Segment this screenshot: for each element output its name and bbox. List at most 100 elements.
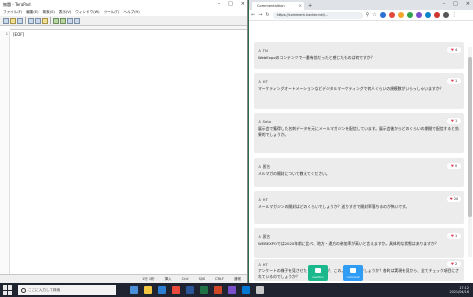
menu-file[interactable]: ファイル(F) (3, 9, 22, 16)
profile-avatar[interactable] (442, 12, 449, 18)
comment-text: WEBEXPOでは2020年前に比べ、地方・遠方の参加率が高いと言えますか。具体… (258, 241, 439, 246)
comment-button[interactable]: comment (343, 265, 363, 281)
toolbar-divider (25, 17, 26, 24)
address-bar[interactable]: https://comment-hacker.net/... (272, 11, 363, 19)
notepad-icon[interactable] (256, 286, 264, 294)
zoom-icon[interactable]: ⚲ (366, 12, 370, 18)
new-file-icon[interactable] (3, 17, 9, 24)
start-button[interactable] (3, 285, 13, 295)
teams-icon[interactable] (228, 286, 236, 294)
toolbar-divider (50, 17, 51, 24)
extension-icon[interactable] (406, 12, 413, 18)
comment-text: メルマガの開封について教えてください。 (258, 171, 330, 176)
browser-tab-bar: Commentaition × + – □ × (249, 0, 473, 10)
editor-text-area[interactable]: 1 [EOF] (0, 31, 247, 274)
minimize-icon[interactable]: – (218, 0, 221, 9)
status-state: 通常 (234, 277, 241, 281)
edge-icon[interactable] (158, 286, 166, 294)
comment-card: ♙ 匿名 ♥ 0 メルマガの開封について教えてください。 (254, 158, 464, 187)
reload-icon[interactable]: ↻ (265, 12, 269, 18)
editor-status-bar: 1行 1桁 挿入 CrLf SJIS CRLF 通常 (0, 274, 247, 283)
extension-icon[interactable] (415, 12, 422, 18)
undo-icon[interactable] (53, 17, 59, 24)
menu-tools[interactable]: ツール(T) (104, 9, 120, 16)
comment-card: ♙ TN ♥ 4 WebExpoのコンテンツで一番有効だったと感じたものは何です… (254, 42, 464, 69)
extension-icon[interactable] (424, 12, 431, 18)
comment-text: WebExpoのコンテンツで一番有効だったと感じたものは何ですか？ (258, 55, 375, 60)
heart-icon: ♥ (449, 197, 453, 201)
excel-icon[interactable] (200, 286, 208, 294)
extension-icon[interactable] (388, 12, 395, 18)
browser-nav-bar: ← → ↻ https://comment-hacker.net/... ⚲ ☆… (249, 10, 473, 21)
cut-icon[interactable] (28, 17, 34, 24)
like-button[interactable]: ♥ 1 (447, 118, 461, 124)
forward-icon[interactable]: → (258, 12, 262, 18)
system-clock[interactable]: 17:12 2021/04/16 (449, 286, 469, 295)
menu-search[interactable]: 検索(S) (43, 9, 55, 16)
explorer-icon[interactable] (144, 286, 152, 294)
editor-toolbar (0, 16, 247, 26)
menu-window[interactable]: ウィンドウ(W) (75, 9, 99, 16)
menu-help[interactable]: ヘルプ(H) (123, 9, 139, 16)
find-icon[interactable] (67, 17, 73, 24)
outlook-icon[interactable] (242, 286, 250, 294)
like-button[interactable]: ♥ 1 (447, 78, 461, 84)
menu-view[interactable]: 表示(V) (59, 9, 71, 16)
star-icon[interactable]: ☆ (372, 12, 376, 18)
status-mode: 挿入 (164, 277, 172, 281)
taskbar-search[interactable]: ここに入力して検索 (18, 285, 116, 295)
comment-author: ♙ HT (258, 79, 268, 84)
close-icon[interactable]: × (466, 1, 470, 7)
back-icon[interactable]: ← (251, 12, 255, 18)
comment-author: ♙ 匿名 (258, 164, 271, 169)
heart-icon: ♥ (450, 262, 454, 266)
copy-icon[interactable] (35, 17, 41, 24)
maximize-icon[interactable]: □ (228, 0, 233, 9)
replace-icon[interactable] (74, 17, 80, 24)
browser-tab[interactable]: Commentaition × (252, 2, 304, 10)
thumbs-up-icon (315, 268, 321, 273)
heart-icon: ♥ (450, 48, 454, 52)
extension-icon[interactable] (433, 12, 440, 18)
menu-kebab-icon[interactable]: ⋮ (452, 12, 457, 18)
comment-card: ♙ Seto ♥ 1 展示会で獲得した名刺データを元にメールマガジンを配信してい… (254, 113, 464, 153)
editor-menu-bar: ファイル(F) 編集(E) 検索(S) 表示(V) ウィンドウ(W) ツール(T… (0, 9, 247, 16)
maximize-icon[interactable]: □ (453, 1, 458, 7)
save-icon[interactable] (17, 17, 23, 24)
desktop: 無題 - TeraPad – □ × ファイル(F) 編集(E) 検索(S) 表… (0, 0, 473, 297)
editor-ruler (10, 26, 247, 30)
close-tab-icon[interactable]: × (299, 2, 302, 10)
task-view-icon[interactable] (130, 286, 138, 294)
menu-edit[interactable]: 編集(E) (26, 9, 38, 16)
heart-icon: ♥ (450, 79, 454, 83)
like-button[interactable]: ♥ 2 (447, 261, 461, 267)
page-scrollbar[interactable] (468, 47, 472, 257)
minimize-icon[interactable]: – (443, 1, 446, 7)
heart-icon: ♥ (450, 119, 454, 123)
open-folder-icon[interactable] (10, 17, 16, 24)
extension-icon[interactable] (397, 12, 404, 18)
like-button[interactable]: ♥ 4 (447, 47, 461, 53)
comment-card: ♙ HT ♥ 20 メールマガジンの開封はどのくらいでしょうか？送りすぎで開封率… (254, 191, 464, 224)
like-button[interactable]: ♥ 1 (447, 233, 461, 239)
like-button[interactable]: ♥ 0 (447, 163, 461, 169)
new-tab-icon[interactable]: + (308, 2, 312, 10)
close-icon[interactable]: × (241, 0, 245, 9)
windows-logo-icon (8, 285, 12, 290)
extension-icon[interactable] (379, 12, 386, 18)
comment-page: ♙ TN ♥ 4 WebExpoのコンテンツで一番有効だったと感じたものは何です… (249, 21, 473, 283)
redo-icon[interactable] (60, 17, 66, 24)
editor-title-bar: 無題 - TeraPad – □ × (0, 0, 247, 9)
scrollbar-thumb[interactable] (468, 57, 472, 217)
paste-icon[interactable] (42, 17, 48, 24)
like-button[interactable]: ♥ 20 (447, 196, 461, 202)
comment-author: ♙ TN (258, 48, 268, 53)
comment-card: ♙ HT ♥ 1 マーケティングオートメーションなどデジタルマーケティングで何人… (254, 73, 464, 109)
comment-text: マーケティングオートメーションなどデジタルマーケティングで何人くらいの規模数がい… (258, 86, 444, 91)
powerpoint-icon[interactable] (214, 286, 222, 294)
tab-title: Commentaition (257, 4, 285, 8)
reaction-button[interactable]: reaction (308, 265, 328, 281)
word-icon[interactable] (186, 286, 194, 294)
status-encoding: SJIS (198, 277, 206, 281)
chrome-icon[interactable] (172, 286, 180, 294)
